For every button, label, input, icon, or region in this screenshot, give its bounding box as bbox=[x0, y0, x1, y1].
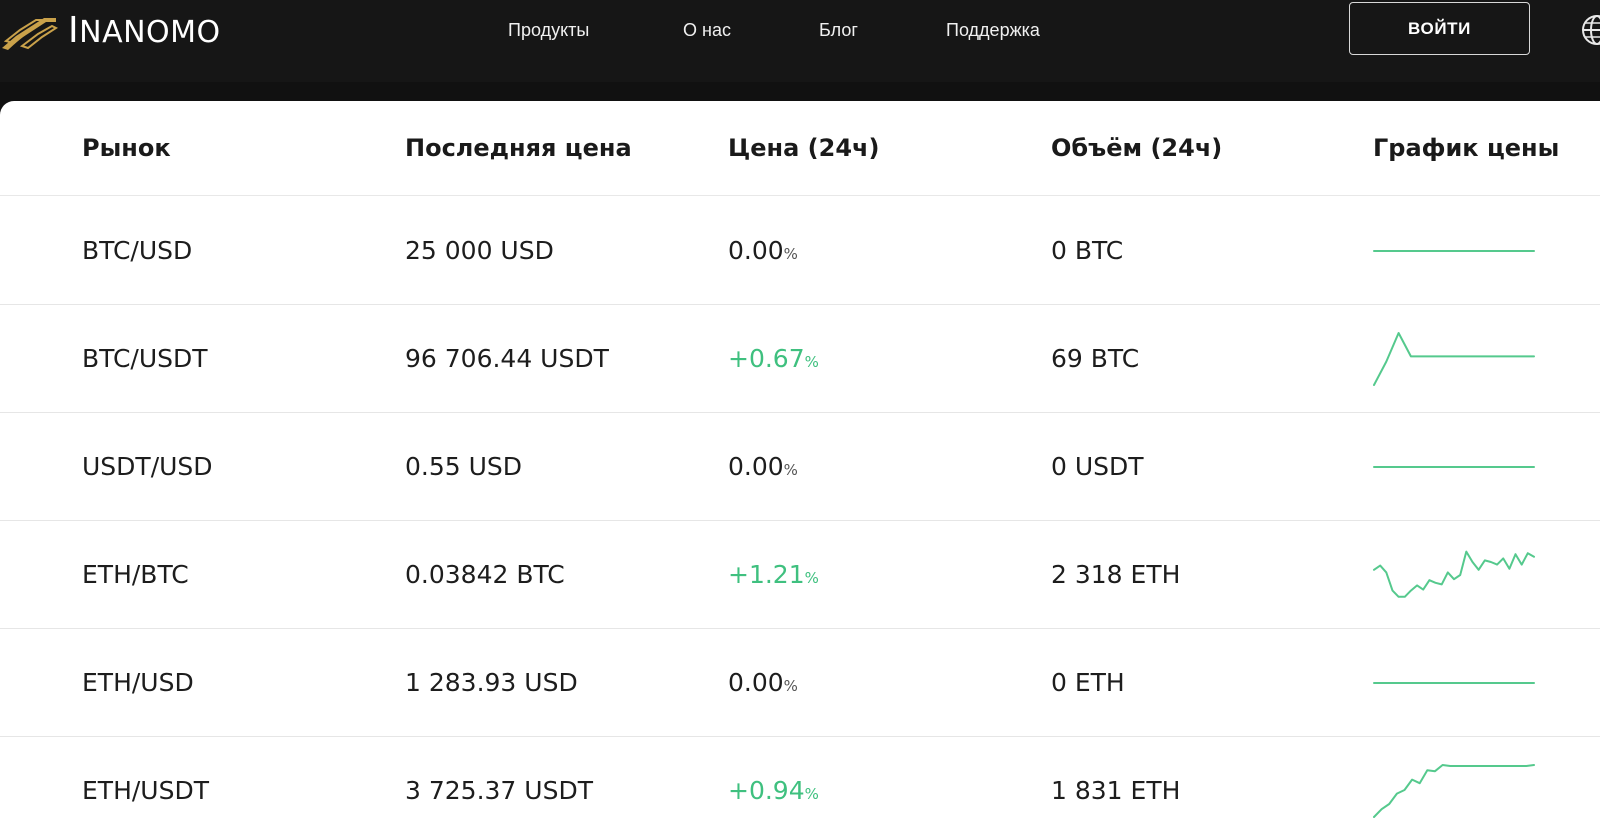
brand-name: INANOMO bbox=[68, 9, 221, 51]
percent-sign: % bbox=[804, 569, 819, 587]
price-change-24h: 0.00% bbox=[728, 413, 798, 521]
volume-24h: 0 ETH bbox=[1051, 668, 1125, 697]
brand-logo[interactable]: INANOMO bbox=[0, 8, 221, 52]
last-price: 0.03842 BTC bbox=[405, 560, 565, 589]
price-change-value: 0.00 bbox=[728, 668, 784, 697]
market-pair: ETH/BTC bbox=[82, 560, 189, 589]
column-header-price-change[interactable]: Цена (24ч) bbox=[728, 101, 880, 196]
table-row[interactable]: USDT/USD 0.55 USD 0.00% 0 USDT bbox=[0, 413, 1600, 521]
volume-24h: 69 BTC bbox=[1051, 344, 1140, 373]
last-price: 25 000 USD bbox=[405, 236, 554, 265]
market-pair: BTC/USDT bbox=[82, 344, 208, 373]
last-price: 3 725.37 USDT bbox=[405, 776, 593, 805]
percent-sign: % bbox=[783, 245, 798, 263]
sparkline-path bbox=[1373, 764, 1535, 818]
table-row[interactable]: ETH/USDT 3 725.37 USDT +0.94% 1 831 ETH bbox=[0, 737, 1600, 825]
nav-link-about[interactable]: О нас bbox=[683, 17, 731, 43]
market-pair: USDT/USD bbox=[82, 452, 213, 481]
price-change-24h: 0.00% bbox=[728, 629, 798, 737]
logo-mark-icon bbox=[2, 18, 58, 50]
table-row[interactable]: BTC/USD 25 000 USD 0.00% 0 BTC bbox=[0, 197, 1600, 305]
column-header-volume[interactable]: Объём (24ч) bbox=[1051, 101, 1222, 196]
nav-link-products[interactable]: Продукты bbox=[508, 17, 589, 43]
price-change-24h: +0.67% bbox=[728, 305, 819, 413]
market-pair: ETH/USDT bbox=[82, 776, 209, 805]
volume-24h: 1 831 ETH bbox=[1051, 776, 1181, 805]
price-change-value: 0.00 bbox=[728, 452, 784, 481]
column-header-price-chart: График цены bbox=[1373, 134, 1560, 162]
price-sparkline bbox=[1373, 250, 1535, 252]
price-change-24h: 0.00% bbox=[728, 197, 798, 305]
percent-sign: % bbox=[783, 461, 798, 479]
percent-sign: % bbox=[804, 785, 819, 803]
market-pair: ETH/USD bbox=[82, 668, 194, 697]
table-row[interactable]: BTC/USDT 96 706.44 USDT +0.67% 69 BTC bbox=[0, 305, 1600, 413]
price-sparkline bbox=[1373, 466, 1535, 468]
price-change-24h: +0.94% bbox=[728, 737, 819, 825]
volume-24h: 0 BTC bbox=[1051, 236, 1124, 265]
top-navigation-bar: INANOMO Продукты О нас Блог Поддержка ВО… bbox=[0, 0, 1600, 82]
globe-icon[interactable] bbox=[1580, 13, 1600, 47]
volume-24h: 0 USDT bbox=[1051, 452, 1144, 481]
percent-sign: % bbox=[804, 353, 819, 371]
price-change-value: +1.21 bbox=[728, 560, 805, 589]
price-change-value: 0.00 bbox=[728, 236, 784, 265]
price-sparkline bbox=[1373, 550, 1535, 598]
sparkline-path bbox=[1373, 332, 1535, 386]
price-sparkline bbox=[1373, 764, 1535, 818]
nav-link-blog[interactable]: Блог bbox=[819, 17, 858, 43]
last-price: 96 706.44 USDT bbox=[405, 344, 609, 373]
market-pair: BTC/USD bbox=[82, 236, 193, 265]
price-change-value: +0.94 bbox=[728, 776, 805, 805]
nav-link-support[interactable]: Поддержка bbox=[946, 17, 1040, 43]
table-header-row: Рынок Последняя цена Цена (24ч) Объём (2… bbox=[0, 101, 1600, 196]
price-sparkline bbox=[1373, 332, 1535, 386]
price-change-value: +0.67 bbox=[728, 344, 805, 373]
last-price: 0.55 USD bbox=[405, 452, 523, 481]
login-button[interactable]: ВОЙТИ bbox=[1349, 2, 1530, 55]
percent-sign: % bbox=[783, 677, 798, 695]
table-row[interactable]: ETH/USD 1 283.93 USD 0.00% 0 ETH bbox=[0, 629, 1600, 737]
price-sparkline bbox=[1373, 682, 1535, 684]
last-price: 1 283.93 USD bbox=[405, 668, 578, 697]
volume-24h: 2 318 ETH bbox=[1051, 560, 1181, 589]
sparkline-path bbox=[1373, 550, 1535, 598]
table-row[interactable]: ETH/BTC 0.03842 BTC +1.21% 2 318 ETH bbox=[0, 521, 1600, 629]
column-header-market[interactable]: Рынок bbox=[82, 101, 171, 196]
price-change-24h: +1.21% bbox=[728, 521, 819, 629]
column-header-last-price[interactable]: Последняя цена bbox=[405, 101, 632, 196]
markets-table: Рынок Последняя цена Цена (24ч) Объём (2… bbox=[0, 101, 1600, 825]
